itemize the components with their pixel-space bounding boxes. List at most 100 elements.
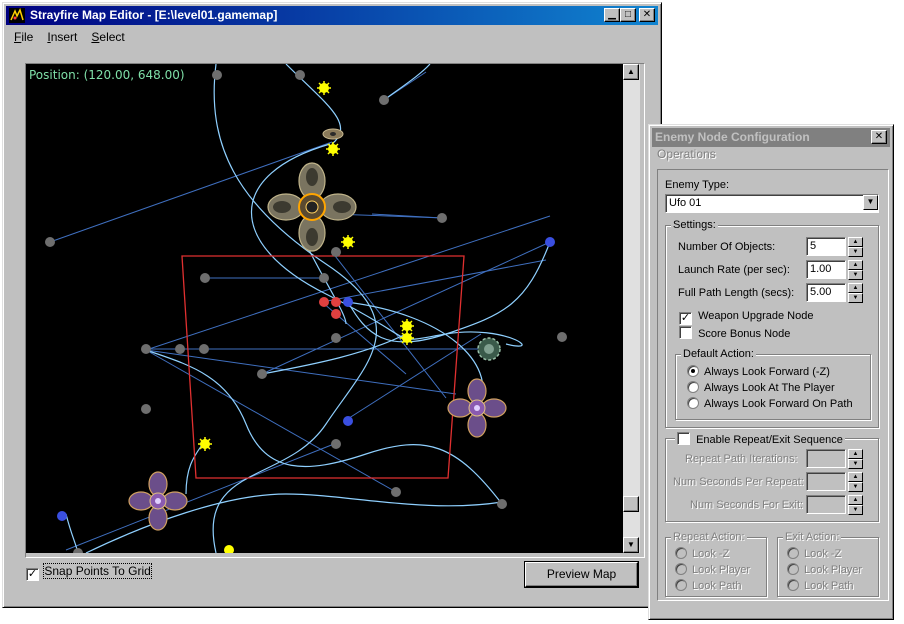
preview-map-label: Preview Map xyxy=(546,567,617,581)
seconds-for-exit-input[interactable] xyxy=(806,495,846,514)
spin-down-icon[interactable]: ▼ xyxy=(848,459,863,469)
minimize-button[interactable]: ▁ xyxy=(604,8,620,22)
repeat-look-z[interactable]: Look -Z xyxy=(675,547,729,560)
spin-up-icon[interactable]: ▲ xyxy=(848,260,863,270)
radio-button[interactable] xyxy=(687,381,699,393)
radio-button[interactable] xyxy=(787,579,799,591)
scroll-up-icon: ▲ xyxy=(627,67,635,76)
default-action-label: Default Action: xyxy=(681,348,756,360)
score-bonus-checkbox[interactable] xyxy=(679,326,692,339)
small-ship-sprite xyxy=(322,128,344,140)
radio-button[interactable] xyxy=(687,365,699,377)
scroll-down-button[interactable]: ▼ xyxy=(623,537,639,553)
radio-label: Always Look Forward On Path xyxy=(704,398,853,410)
gear-sprite xyxy=(477,337,501,361)
main-menubar: File Insert Select xyxy=(7,27,132,47)
map-vertical-scrollbar[interactable]: ▲ ▼ xyxy=(623,64,640,553)
radio-look-forward-path[interactable]: Always Look Forward On Path xyxy=(687,397,853,410)
spin-down-icon[interactable]: ▼ xyxy=(848,293,863,303)
radio-label: Look Path xyxy=(692,580,742,592)
exit-look-path[interactable]: Look Path xyxy=(787,579,854,592)
radio-look-at-player[interactable]: Always Look At The Player xyxy=(687,381,835,394)
seconds-per-repeat-label: Num Seconds Per Repeat: xyxy=(673,476,804,488)
maximize-button[interactable]: □ xyxy=(620,8,636,22)
menu-insert[interactable]: Insert xyxy=(40,27,84,47)
spin-up-icon[interactable]: ▲ xyxy=(848,472,863,482)
close-button[interactable]: ✕ xyxy=(639,8,655,22)
radio-button[interactable] xyxy=(675,547,687,559)
score-bonus-row[interactable]: Score Bonus Node xyxy=(679,326,790,340)
close-icon: ✕ xyxy=(874,131,884,142)
radio-button[interactable] xyxy=(675,563,687,575)
main-title: Strayfire Map Editor - [E:\level01.gamem… xyxy=(30,8,278,22)
main-titlebar[interactable]: Strayfire Map Editor - [E:\level01.gamem… xyxy=(6,6,658,25)
dialog-title: Enemy Node Configuration xyxy=(655,130,810,144)
radio-label: Look -Z xyxy=(692,548,730,560)
spin-down-icon[interactable]: ▼ xyxy=(848,270,863,280)
spin-down-icon[interactable]: ▼ xyxy=(848,482,863,492)
repeat-iterations-spinner[interactable]: ▲ ▼ xyxy=(848,449,863,469)
weapon-upgrade-checkbox[interactable]: ✓ xyxy=(679,312,692,325)
spin-down-icon[interactable]: ▼ xyxy=(848,247,863,257)
num-objects-spinner[interactable]: ▲ ▼ xyxy=(848,237,863,257)
position-readout: Position: (120.00, 648.00) xyxy=(29,68,185,82)
spin-down-icon[interactable]: ▼ xyxy=(848,505,863,515)
radio-look-forward-z[interactable]: Always Look Forward (-Z) xyxy=(687,365,830,378)
exit-action-label: Exit Action: xyxy=(783,531,842,543)
exit-look-player[interactable]: Look Player xyxy=(787,563,862,576)
repeat-look-path[interactable]: Look Path xyxy=(675,579,742,592)
gray-nodes xyxy=(45,70,567,553)
repeat-action-label: Repeat Action: xyxy=(671,531,747,543)
radio-button[interactable] xyxy=(787,547,799,559)
radio-button[interactable] xyxy=(687,397,699,409)
launch-rate-label: Launch Rate (per sec): xyxy=(678,264,790,276)
snap-checkbox[interactable]: ✓ xyxy=(26,568,39,581)
enemy-node-dialog: Enemy Node Configuration ✕ Operations En… xyxy=(648,124,894,620)
spin-up-icon[interactable]: ▲ xyxy=(848,449,863,459)
ufo-sprite-right xyxy=(447,378,507,438)
check-icon: ✓ xyxy=(680,312,691,324)
enemy-type-value: Ufo 01 xyxy=(669,197,702,209)
radio-label: Look Player xyxy=(804,564,863,576)
radio-button[interactable] xyxy=(787,563,799,575)
spin-up-icon[interactable]: ▲ xyxy=(848,283,863,293)
radio-button[interactable] xyxy=(675,579,687,591)
preview-map-button[interactable]: Preview Map xyxy=(525,562,638,587)
num-objects-input[interactable]: 5 xyxy=(806,237,846,256)
seconds-for-exit-label: Num Seconds For Exit: xyxy=(690,499,804,511)
score-bonus-label: Score Bonus Node xyxy=(698,328,791,340)
menu-file[interactable]: File xyxy=(7,27,40,47)
seconds-per-repeat-input[interactable] xyxy=(806,472,846,491)
scroll-up-button[interactable]: ▲ xyxy=(623,64,639,80)
menu-operations[interactable]: Operations xyxy=(657,147,716,161)
map-canvas[interactable]: Position: (120.00, 648.00) xyxy=(26,64,623,553)
weapon-upgrade-row[interactable]: ✓ Weapon Upgrade Node xyxy=(679,310,813,325)
repeat-checkbox[interactable] xyxy=(677,432,690,445)
repeat-look-player[interactable]: Look Player xyxy=(675,563,750,576)
spin-up-icon[interactable]: ▲ xyxy=(848,495,863,505)
check-icon: ✓ xyxy=(27,568,38,580)
menu-select[interactable]: Select xyxy=(84,27,131,47)
dropdown-button[interactable]: ▼ xyxy=(863,195,878,210)
repeat-iterations-label: Repeat Path Iterations: xyxy=(685,453,798,465)
enemy-type-select[interactable]: Ufo 01 ▼ xyxy=(665,194,879,213)
num-objects-label: Number Of Objects: xyxy=(678,241,776,253)
dialog-close-button[interactable]: ✕ xyxy=(871,130,887,144)
launch-rate-input[interactable]: 1.00 xyxy=(806,260,846,279)
repeat-label: Enable Repeat/Exit Sequence xyxy=(696,434,843,446)
dialog-titlebar[interactable]: Enemy Node Configuration ✕ xyxy=(652,128,890,147)
exit-look-z[interactable]: Look -Z xyxy=(787,547,841,560)
settings-group-label: Settings: xyxy=(671,219,718,231)
path-length-input[interactable]: 5.00 xyxy=(806,283,846,302)
launch-rate-spinner[interactable]: ▲ ▼ xyxy=(848,260,863,280)
seconds-for-exit-spinner[interactable]: ▲ ▼ xyxy=(848,495,863,515)
spin-up-icon[interactable]: ▲ xyxy=(848,237,863,247)
path-length-value: 5.00 xyxy=(810,286,832,298)
path-length-spinner[interactable]: ▲ ▼ xyxy=(848,283,863,303)
scroll-thumb[interactable] xyxy=(623,496,639,512)
radio-label: Look Path xyxy=(804,580,854,592)
repeat-iterations-input[interactable] xyxy=(806,449,846,468)
repeat-row[interactable]: Enable Repeat/Exit Sequence xyxy=(675,432,845,446)
snap-checkbox-row[interactable]: ✓ Snap Points To Grid xyxy=(26,563,152,581)
seconds-per-repeat-spinner[interactable]: ▲ ▼ xyxy=(848,472,863,492)
